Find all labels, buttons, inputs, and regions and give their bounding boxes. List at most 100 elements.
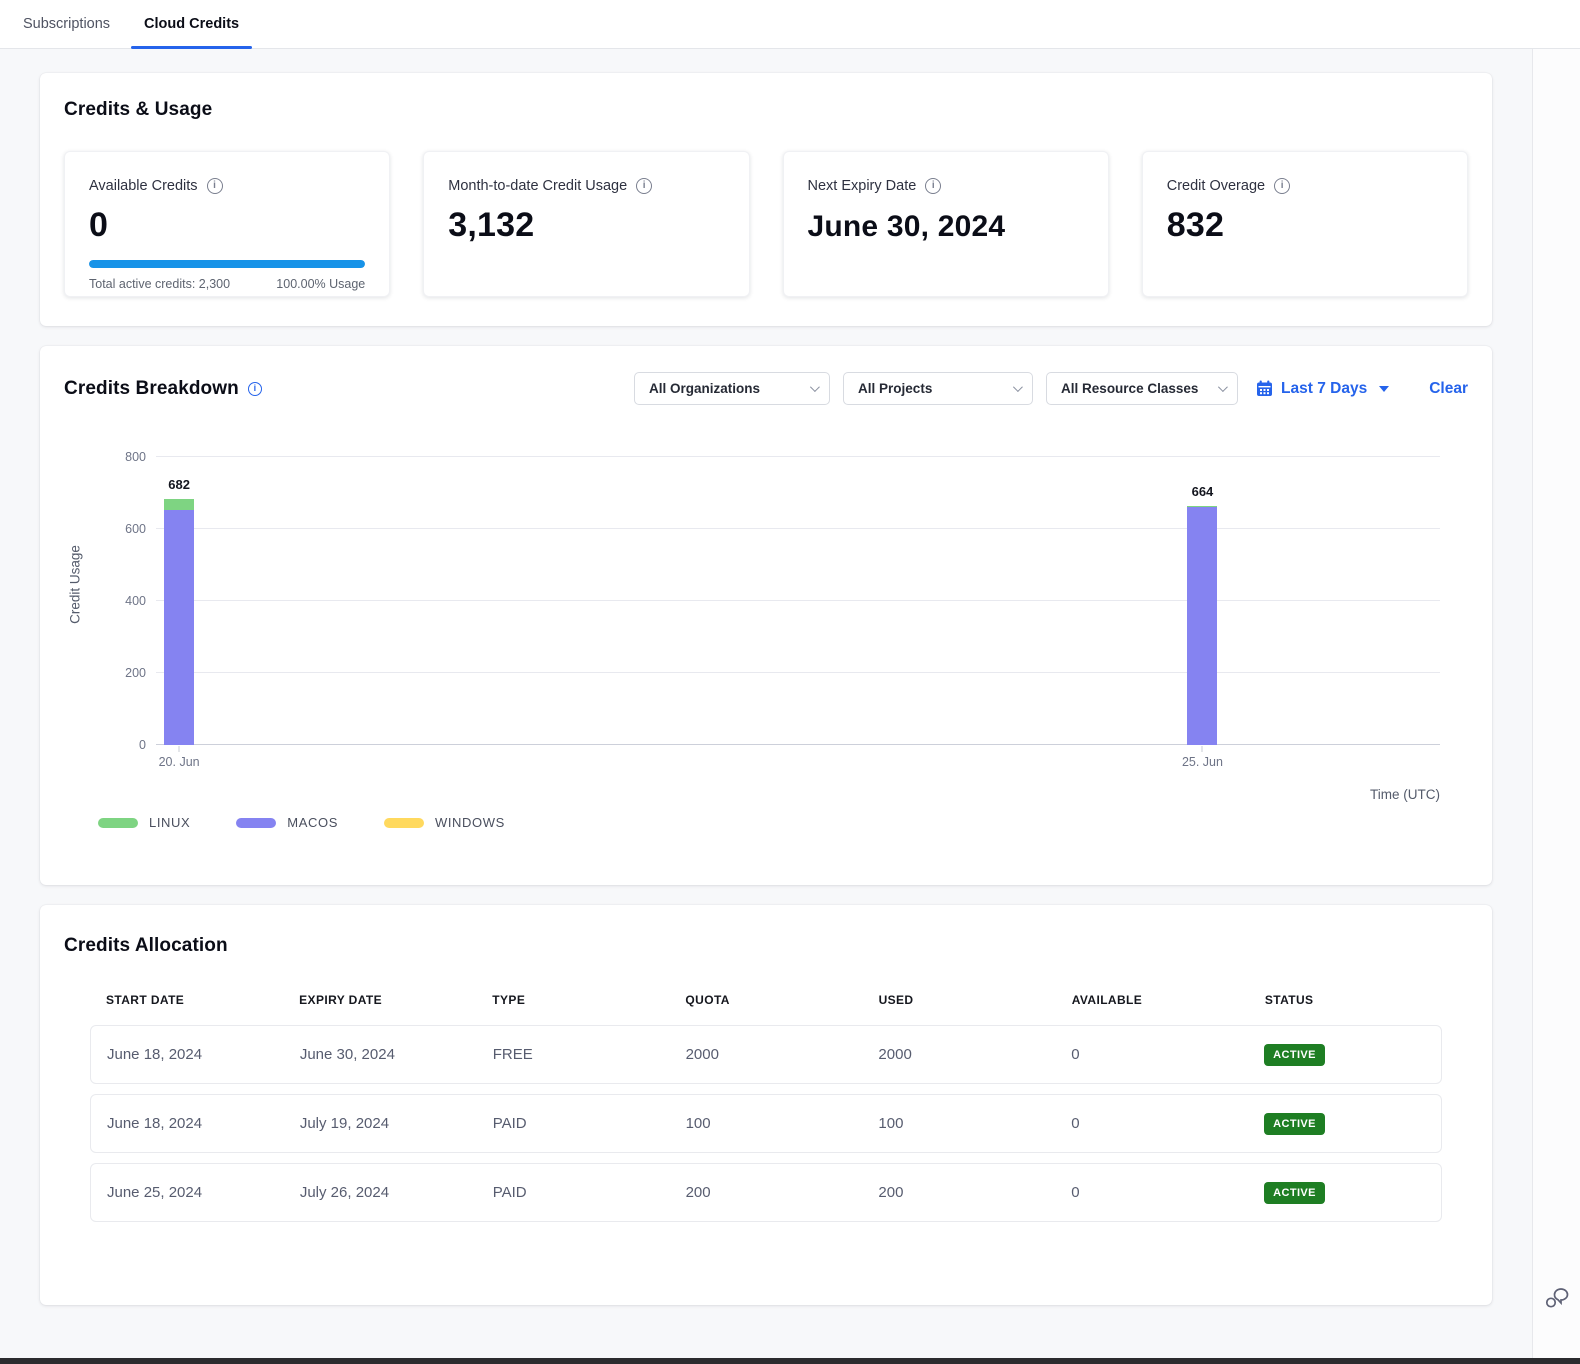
legend-item-linux[interactable]: LINUX: [98, 815, 190, 830]
chevron-down-icon: [810, 382, 820, 392]
projects-dropdown[interactable]: All Projects: [843, 372, 1033, 405]
month-to-date-usage-label: Month-to-date Credit Usage: [448, 178, 627, 194]
caret-down-icon: [1379, 386, 1389, 392]
x-tick-label: 20. Jun: [159, 755, 200, 769]
cell-expiry: July 26, 2024: [284, 1184, 477, 1201]
credits-breakdown-panel: Credits Breakdown i All Organizations Al…: [40, 346, 1492, 885]
clear-filters-button[interactable]: Clear: [1429, 380, 1468, 398]
metric-cards-row: Available Credits i 0 Total active credi…: [64, 151, 1468, 297]
legend-item-windows[interactable]: WINDOWS: [384, 815, 505, 830]
info-icon[interactable]: i: [636, 178, 652, 194]
cell-available: 0: [1055, 1046, 1248, 1063]
cell-start: June 18, 2024: [91, 1046, 284, 1063]
credit-usage-chart: Credit Usage 682664 020040060080020. Jun…: [64, 447, 1468, 845]
table-row: June 25, 2024July 26, 2024PAID2002000ACT…: [90, 1163, 1442, 1222]
y-tick-label: 0: [106, 738, 146, 752]
column-header-used: USED: [863, 993, 1056, 1007]
credits-progress-bar: [89, 260, 365, 268]
legend-label: WINDOWS: [435, 815, 505, 830]
cell-used: 200: [862, 1184, 1055, 1201]
cell-quota: 200: [670, 1184, 863, 1201]
gridline-200: [156, 672, 1440, 673]
column-header-start-date: START DATE: [90, 993, 283, 1007]
tab-subscriptions[interactable]: Subscriptions: [6, 0, 127, 48]
credits-allocation-panel: Credits Allocation START DATEEXPIRY DATE…: [40, 905, 1492, 1305]
column-header-type: TYPE: [476, 993, 669, 1007]
info-icon[interactable]: i: [248, 382, 262, 396]
resource-classes-dropdown[interactable]: All Resource Classes: [1046, 372, 1238, 405]
info-icon[interactable]: i: [925, 178, 941, 194]
y-tick-label: 800: [106, 450, 146, 464]
legend-label: LINUX: [149, 815, 190, 830]
support-chat-button[interactable]: [1544, 1285, 1570, 1316]
right-rail: [1532, 49, 1580, 1358]
x-tick-label: 25. Jun: [1182, 755, 1223, 769]
info-icon[interactable]: i: [207, 178, 223, 194]
y-tick-label: 600: [106, 522, 146, 536]
legend-swatch-macos: [236, 818, 276, 828]
bar-segment-macos: [164, 510, 194, 745]
credit-overage-card: Credit Overage i 832: [1142, 151, 1468, 297]
credits-usage-title: Credits & Usage: [64, 99, 1468, 121]
legend-swatch-windows: [384, 818, 424, 828]
bar-value-label: 682: [139, 477, 219, 492]
credits-usage-panel: Credits & Usage Available Credits i 0 To…: [40, 73, 1492, 326]
y-tick-label: 200: [106, 666, 146, 680]
cell-status: ACTIVE: [1248, 1182, 1441, 1204]
chart-filters: All Organizations All Projects All Resou…: [634, 372, 1468, 405]
allocation-table: START DATEEXPIRY DATETYPEQUOTAUSEDAVAILA…: [90, 993, 1442, 1222]
allocation-table-header: START DATEEXPIRY DATETYPEQUOTAUSEDAVAILA…: [90, 993, 1442, 1025]
info-icon[interactable]: i: [1274, 178, 1290, 194]
cell-expiry: June 30, 2024: [284, 1046, 477, 1063]
gridline-400: [156, 600, 1440, 601]
available-credits-label: Available Credits: [89, 178, 198, 194]
cell-status: ACTIVE: [1248, 1044, 1441, 1066]
legend-label: MACOS: [287, 815, 338, 830]
y-tick-label: 400: [106, 594, 146, 608]
cell-status: ACTIVE: [1248, 1113, 1441, 1135]
available-credits-card: Available Credits i 0 Total active credi…: [64, 151, 390, 297]
tab-cloud-credits-label: Cloud Credits: [144, 16, 239, 32]
credit-overage-value: 832: [1167, 206, 1443, 245]
cell-quota: 2000: [670, 1046, 863, 1063]
date-range-value: Last 7 Days: [1281, 380, 1367, 398]
total-active-credits-text: Total active credits: 2,300: [89, 277, 230, 291]
cell-expiry: July 19, 2024: [284, 1115, 477, 1132]
chart-plot-area: 682 664: [156, 457, 1440, 745]
allocation-table-body: June 18, 2024June 30, 2024FREE200020000A…: [90, 1025, 1442, 1222]
bar-20-jun: 682: [164, 499, 194, 745]
bottom-edge-bar: [0, 1358, 1580, 1364]
column-header-status: STATUS: [1249, 993, 1442, 1007]
chat-bubbles-icon: [1544, 1285, 1570, 1311]
month-to-date-usage-value: 3,132: [448, 206, 724, 245]
gridline-0: [156, 744, 1440, 745]
cell-type: FREE: [477, 1046, 670, 1063]
bar-segment-macos: [1187, 507, 1217, 745]
cell-available: 0: [1055, 1184, 1248, 1201]
gridline-800: [156, 456, 1440, 457]
x-tick-mark: [179, 746, 180, 752]
cell-start: June 25, 2024: [91, 1184, 284, 1201]
chevron-down-icon: [1013, 382, 1023, 392]
legend-swatch-linux: [98, 818, 138, 828]
usage-percent-text: 100.00% Usage: [276, 277, 365, 291]
status-badge: ACTIVE: [1264, 1044, 1325, 1066]
page-content: Credits & Usage Available Credits i 0 To…: [0, 49, 1532, 1358]
credits-allocation-title: Credits Allocation: [64, 935, 1468, 957]
legend-item-macos[interactable]: MACOS: [236, 815, 338, 830]
credit-overage-label: Credit Overage: [1167, 178, 1265, 194]
credits-breakdown-title: Credits Breakdown: [64, 378, 239, 400]
date-range-picker[interactable]: Last 7 Days: [1256, 380, 1389, 398]
x-tick-mark: [1202, 746, 1203, 752]
column-header-expiry-date: EXPIRY DATE: [283, 993, 476, 1007]
chevron-down-icon: [1218, 382, 1228, 392]
tab-cloud-credits[interactable]: Cloud Credits: [127, 0, 256, 48]
bar-segment-linux: [164, 499, 194, 509]
bar-25-jun: 664: [1187, 506, 1217, 745]
organizations-dropdown[interactable]: All Organizations: [634, 372, 830, 405]
cell-start: June 18, 2024: [91, 1115, 284, 1132]
status-badge: ACTIVE: [1264, 1182, 1325, 1204]
chart-legend: LINUX MACOS WINDOWS: [98, 815, 505, 830]
table-row: June 18, 2024July 19, 2024PAID1001000ACT…: [90, 1094, 1442, 1153]
cell-quota: 100: [670, 1115, 863, 1132]
